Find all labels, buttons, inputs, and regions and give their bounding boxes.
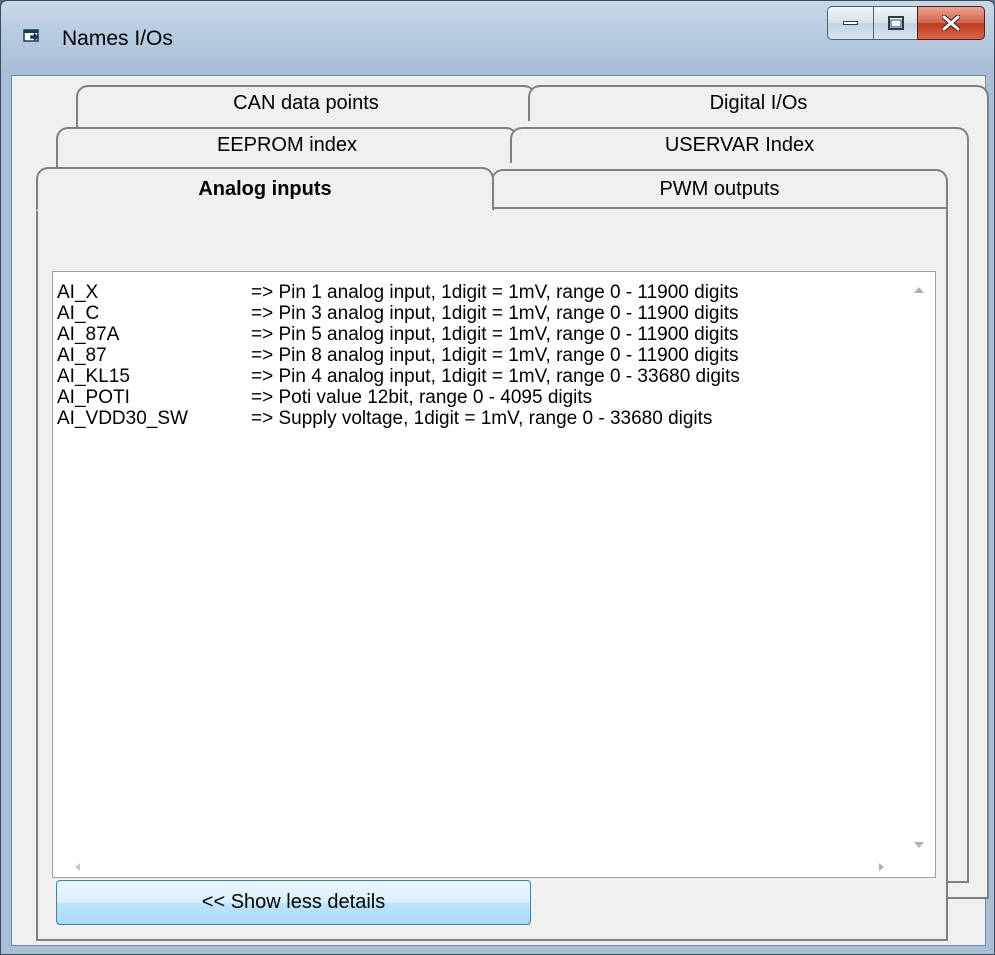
- scroll-down-icon[interactable]: [914, 842, 924, 848]
- tab-label: Analog inputs: [198, 178, 332, 200]
- window-icon: [23, 29, 40, 42]
- names-ios-window: Names I/Os CAN data points Digital I/Os …: [0, 0, 995, 955]
- scroll-right-icon[interactable]: [879, 863, 884, 871]
- item-name: AI_C: [57, 303, 100, 324]
- item-name: AI_KL15: [57, 366, 130, 387]
- tab-uservar-index[interactable]: USERVAR Index: [510, 127, 969, 163]
- title-bar[interactable]: Names I/Os: [1, 1, 994, 76]
- vertical-scrollbar[interactable]: [901, 272, 935, 860]
- tab-label: PWM outputs: [659, 178, 780, 200]
- tab-can-data-points[interactable]: CAN data points: [76, 85, 536, 121]
- tab-label: USERVAR Index: [664, 134, 815, 156]
- tab-digital-ios[interactable]: Digital I/Os: [528, 85, 989, 121]
- item-name: AI_87: [57, 345, 107, 366]
- tab-label: EEPROM index: [216, 134, 358, 156]
- item-description: => Pin 5 analog input, 1digit = 1mV, ran…: [251, 324, 739, 345]
- scroll-left-icon[interactable]: [75, 863, 80, 871]
- item-name: AI_VDD30_SW: [57, 408, 188, 429]
- tab-label: Digital I/Os: [709, 92, 808, 114]
- item-description: => Poti value 12bit, range 0 - 4095 digi…: [251, 387, 593, 408]
- analog-inputs-list[interactable]: AI_X => Pin 1 analog input, 1digit = 1mV,…: [52, 271, 936, 878]
- tab-label: CAN data points: [233, 92, 379, 114]
- item-description: => Pin 1 analog input, 1digit = 1mV, ran…: [251, 282, 739, 303]
- maximize-icon: [887, 16, 904, 30]
- item-description: => Supply voltage, 1digit = 1mV, range 0…: [251, 408, 713, 429]
- horizontal-scrollbar[interactable]: [53, 858, 935, 877]
- tab-analog-inputs[interactable]: Analog inputs: [36, 167, 494, 211]
- tab-pwm-outputs[interactable]: PWM outputs: [491, 169, 948, 209]
- close-icon: [942, 15, 960, 31]
- close-button[interactable]: [917, 6, 985, 40]
- item-description: => Pin 8 analog input, 1digit = 1mV, ran…: [251, 345, 739, 366]
- maximize-button[interactable]: [873, 6, 918, 40]
- tab-eeprom-index[interactable]: EEPROM index: [56, 127, 518, 163]
- window-title: Names I/Os: [62, 27, 173, 50]
- scroll-up-icon[interactable]: [914, 287, 924, 293]
- show-less-details-button[interactable]: << Show less details: [56, 880, 531, 925]
- minimize-icon: [842, 21, 858, 25]
- minimize-button[interactable]: [827, 6, 874, 40]
- item-name: AI_87A: [57, 324, 120, 345]
- item-description: => Pin 4 analog input, 1digit = 1mV, ran…: [251, 366, 740, 387]
- item-name: AI_POTI: [57, 387, 130, 408]
- item-name: AI_X: [57, 282, 99, 303]
- item-description: => Pin 3 analog input, 1digit = 1mV, ran…: [251, 303, 739, 324]
